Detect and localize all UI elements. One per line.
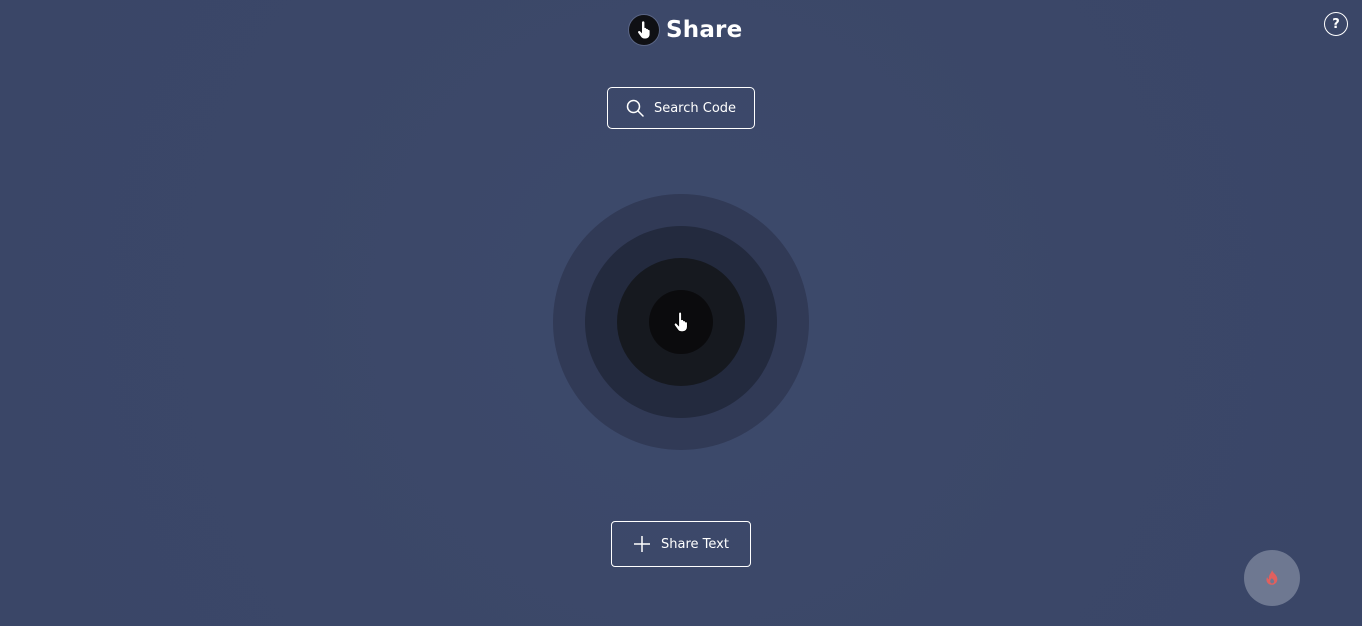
logo (628, 14, 660, 46)
search-icon (626, 99, 644, 117)
pointer-hand-icon (673, 311, 688, 332)
fire-icon (1266, 569, 1278, 585)
plus-icon (633, 535, 651, 553)
share-text-label: Share Text (661, 536, 729, 552)
radar-center-button[interactable] (649, 290, 713, 354)
share-page: Share ? Search Code Share Text (0, 0, 1362, 626)
help-button[interactable]: ? (1324, 12, 1348, 36)
brand-header: Share (628, 13, 742, 47)
pointer-hand-icon (638, 21, 650, 39)
radar-discovery (553, 194, 809, 450)
search-code-button[interactable]: Search Code (607, 87, 755, 129)
floating-action-button[interactable] (1244, 550, 1300, 606)
share-text-button[interactable]: Share Text (611, 521, 751, 567)
help-icon: ? (1332, 16, 1340, 32)
search-code-label: Search Code (653, 100, 737, 116)
page-title: Share (666, 17, 743, 43)
